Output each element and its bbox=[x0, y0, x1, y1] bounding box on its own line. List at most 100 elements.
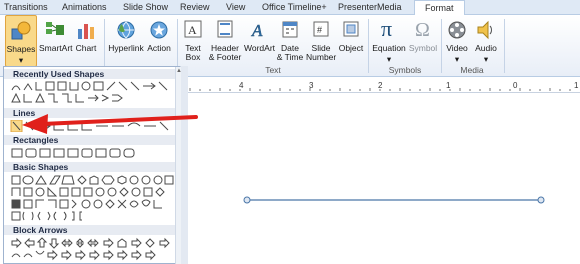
header-footer-label: Header & Footer bbox=[208, 43, 242, 62]
basic-shapes-row-1[interactable] bbox=[10, 174, 174, 186]
ruler-number: 1 bbox=[446, 81, 451, 90]
separator bbox=[504, 19, 505, 73]
globe-icon bbox=[115, 19, 137, 43]
basic-shapes-icons[interactable] bbox=[10, 174, 174, 186]
section-basic-shapes: Basic Shapes bbox=[4, 162, 175, 172]
symbol-button[interactable]: Ω Symbol bbox=[408, 15, 438, 67]
rectangle-shapes-icons[interactable] bbox=[10, 147, 174, 159]
shapes-label: Shapes bbox=[6, 44, 36, 54]
film-reel-icon bbox=[446, 19, 468, 43]
equation-button[interactable]: π Equation ▾ bbox=[371, 15, 407, 67]
smartart-icon bbox=[44, 19, 66, 43]
chart-icon bbox=[75, 19, 97, 43]
tab-transitions[interactable]: Transitions bbox=[4, 2, 48, 12]
chart-label: Chart bbox=[75, 43, 97, 53]
hyperlink-button[interactable]: Hyperlink bbox=[108, 15, 144, 67]
slide-number-button[interactable]: # Slide Number bbox=[306, 15, 336, 67]
audio-button[interactable]: Audio ▾ bbox=[472, 15, 500, 67]
action-label: Action bbox=[147, 43, 171, 53]
svg-text:Ω: Ω bbox=[415, 19, 430, 40]
smartart-button[interactable]: SmartArt bbox=[39, 15, 73, 67]
wordart-label: WordArt bbox=[244, 43, 276, 53]
block-arrow-icons[interactable] bbox=[10, 237, 174, 249]
omega-icon: Ω bbox=[412, 16, 434, 42]
ruler-ticks bbox=[189, 88, 571, 91]
tab-format[interactable]: Format bbox=[414, 0, 465, 16]
hyperlink-label: Hyperlink bbox=[108, 43, 144, 53]
group-text-label: Text bbox=[265, 65, 281, 75]
scroll-up-icon[interactable]: ▲ bbox=[176, 68, 182, 74]
chevron-down-icon: ▾ bbox=[483, 54, 489, 64]
line-shape[interactable] bbox=[188, 94, 580, 264]
object-icon bbox=[341, 19, 361, 41]
section-lines: Lines bbox=[4, 108, 175, 118]
tab-view[interactable]: View bbox=[226, 2, 245, 12]
basic-shapes-icons[interactable] bbox=[10, 186, 174, 198]
speaker-icon bbox=[475, 19, 497, 43]
slide-number-icon: # bbox=[311, 19, 331, 41]
date-time-label: Date & Time bbox=[276, 43, 304, 62]
recent-shapes-icons[interactable] bbox=[10, 92, 174, 104]
svg-text:#: # bbox=[317, 25, 322, 35]
recent-shapes-row-1[interactable] bbox=[10, 80, 174, 92]
gallery-scrollbar[interactable]: ▲ bbox=[175, 67, 182, 264]
action-star-icon bbox=[148, 19, 170, 43]
header-footer-button[interactable]: Header & Footer bbox=[208, 15, 242, 67]
tab-review[interactable]: Review bbox=[180, 2, 210, 12]
tab-presentermedia[interactable]: PresenterMedia bbox=[338, 2, 402, 12]
section-recently-used-shapes: Recently Used Shapes bbox=[4, 69, 175, 79]
separator bbox=[104, 19, 105, 73]
svg-text:A: A bbox=[251, 21, 263, 39]
text-box-button[interactable]: A Text Box bbox=[180, 15, 206, 67]
ruler-number: 4 bbox=[239, 81, 244, 90]
chevron-down-icon: ▾ bbox=[18, 55, 24, 65]
ruler-number: 1 bbox=[574, 81, 579, 90]
action-button[interactable]: Action bbox=[145, 15, 173, 67]
video-label: Video bbox=[446, 43, 468, 53]
rectangles-row[interactable] bbox=[10, 147, 174, 159]
recent-shapes-row-2[interactable] bbox=[10, 92, 174, 104]
vertical-ruler bbox=[180, 66, 188, 264]
lines-row[interactable] bbox=[10, 119, 174, 133]
basic-shapes-row-4[interactable] bbox=[10, 210, 174, 222]
block-arrow-icons[interactable] bbox=[10, 249, 174, 261]
tab-animations[interactable]: Animations bbox=[62, 2, 107, 12]
audio-label: Audio bbox=[475, 43, 497, 53]
equation-label: Equation bbox=[372, 43, 406, 53]
ruler-number: 3 bbox=[309, 81, 314, 90]
date-time-button[interactable]: Date & Time bbox=[276, 15, 304, 67]
tab-office-timeline[interactable]: Office Timeline+ bbox=[262, 2, 327, 12]
ribbon-tab-bar: Transitions Animations Slide Show Review… bbox=[0, 0, 580, 16]
ruler-number: 0 bbox=[513, 81, 518, 90]
wordart-icon: A bbox=[249, 19, 269, 41]
section-rectangles: Rectangles bbox=[4, 135, 175, 145]
tab-slide-show[interactable]: Slide Show bbox=[123, 2, 168, 12]
wordart-button[interactable]: A WordArt bbox=[244, 15, 276, 67]
group-media-label: Media bbox=[460, 65, 484, 75]
separator bbox=[441, 19, 442, 73]
basic-shapes-icons[interactable] bbox=[10, 198, 174, 210]
block-arrows-row-1[interactable] bbox=[10, 237, 174, 249]
svg-text:A: A bbox=[188, 23, 197, 37]
slide-number-label: Slide Number bbox=[306, 43, 337, 62]
ruler-number: 2 bbox=[378, 81, 383, 90]
separator bbox=[177, 19, 178, 73]
chevron-down-icon: ▾ bbox=[386, 54, 392, 64]
basic-shapes-row-3[interactable] bbox=[10, 198, 174, 210]
shapes-button[interactable]: Shapes ▾ bbox=[5, 15, 37, 67]
chart-button[interactable]: Chart bbox=[72, 15, 100, 67]
group-symbols-label: Symbols bbox=[388, 65, 422, 75]
video-button[interactable]: Video ▾ bbox=[443, 15, 471, 67]
calendar-icon bbox=[280, 19, 300, 41]
separator bbox=[368, 19, 369, 73]
smartart-label: SmartArt bbox=[39, 43, 73, 53]
block-arrows-row-2[interactable] bbox=[10, 249, 174, 261]
section-block-arrows: Block Arrows bbox=[4, 225, 175, 235]
recent-shapes-icons[interactable] bbox=[10, 80, 174, 92]
basic-shapes-row-2[interactable] bbox=[10, 186, 174, 198]
basic-shapes-icons[interactable] bbox=[10, 210, 174, 222]
slide-canvas[interactable] bbox=[188, 94, 580, 264]
pi-icon: π bbox=[378, 16, 400, 42]
object-button[interactable]: Object bbox=[337, 15, 365, 67]
line-shapes-icons[interactable] bbox=[10, 119, 174, 133]
